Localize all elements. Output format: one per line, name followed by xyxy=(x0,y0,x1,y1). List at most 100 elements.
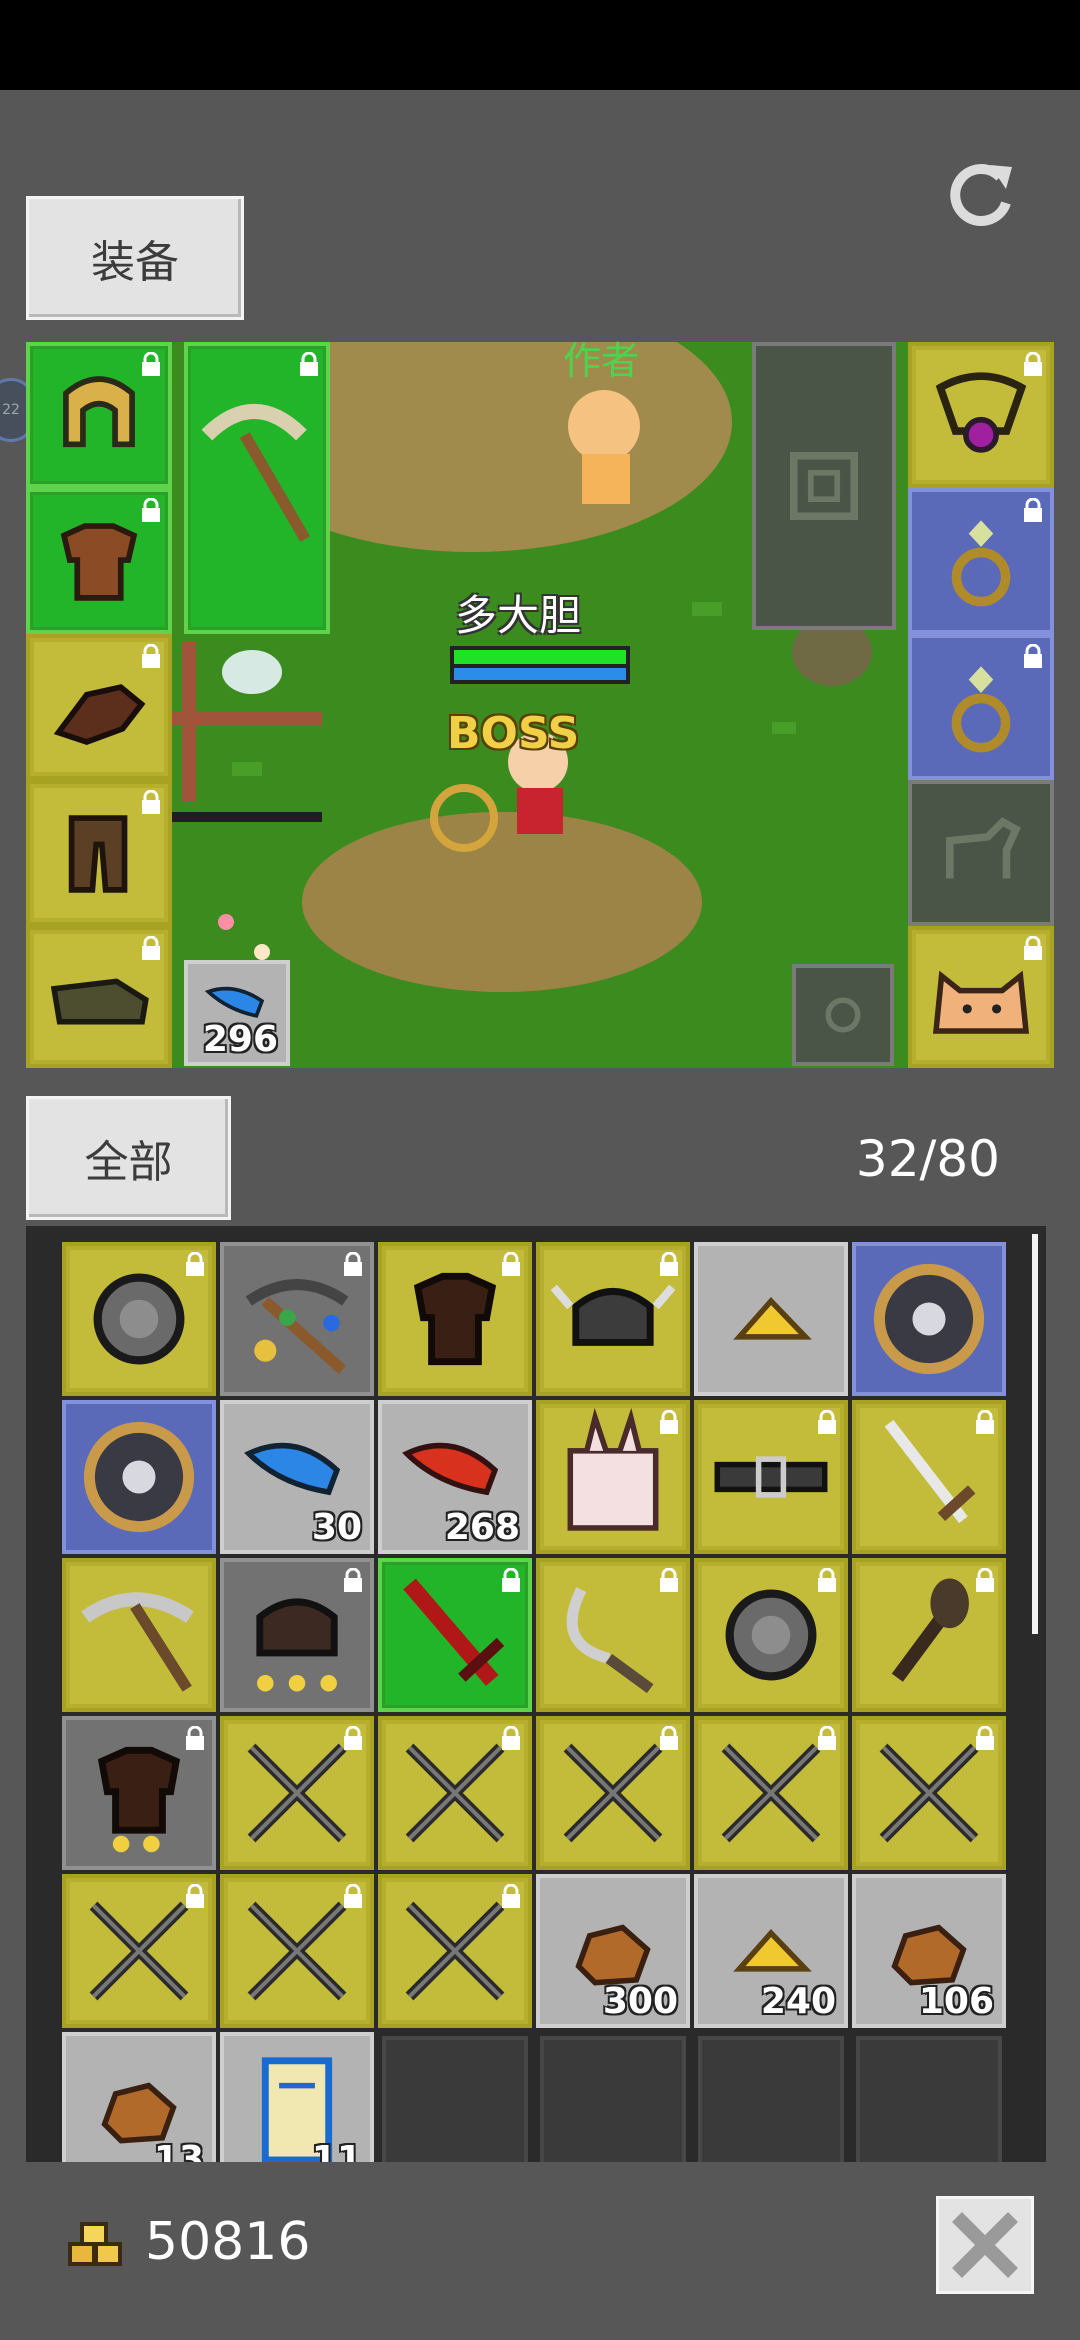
close-button[interactable] xyxy=(936,2196,1034,2294)
lock-icon xyxy=(344,1252,362,1276)
inventory-slot-sickle[interactable] xyxy=(536,1558,690,1712)
lock-icon xyxy=(300,352,318,376)
lock-icon xyxy=(344,1884,362,1908)
lock-icon xyxy=(502,1726,520,1750)
item-quantity: 30 xyxy=(311,1507,362,1548)
inventory-slot-ornate-shield[interactable] xyxy=(62,1400,216,1554)
inventory-slot-rabbit-pet[interactable] xyxy=(536,1400,690,1554)
inventory-slot-horned-helmet-stars[interactable] xyxy=(220,1558,374,1712)
equip-slot-helmet[interactable] xyxy=(26,342,172,488)
inventory-slot-copper-ore[interactable]: 300 xyxy=(536,1874,690,2028)
lock-icon xyxy=(818,1568,836,1592)
inventory-slot-round-shield[interactable] xyxy=(62,1242,216,1396)
gold-pile-icon xyxy=(733,1297,812,1340)
inventory-slot-blue-feather[interactable]: 30 xyxy=(220,1400,374,1554)
filter-all-button[interactable]: 全部 xyxy=(26,1096,231,1220)
inventory-slot-red-sword[interactable] xyxy=(378,1558,532,1712)
equip-slot-ring-1[interactable] xyxy=(908,488,1054,634)
inventory-grid[interactable]: 30 268 300 240 106 13 11 xyxy=(26,1226,1046,2162)
inventory-slot-crossed-arrows[interactable] xyxy=(536,1716,690,1870)
item-quantity: 300 xyxy=(602,1981,678,2022)
equip-tab-button[interactable]: 装备 xyxy=(26,196,244,320)
lock-icon xyxy=(660,1568,678,1592)
inventory-slot-empty[interactable] xyxy=(852,2032,1006,2162)
equip-slot-weapon[interactable] xyxy=(184,342,330,634)
quick-item-slot[interactable]: 296 xyxy=(184,960,290,1066)
inventory-slot-empty[interactable] xyxy=(694,2032,848,2162)
inventory-slot-crossbow-gems[interactable] xyxy=(220,1242,374,1396)
pickaxe-icon xyxy=(201,404,311,542)
inventory-slot-crossed-arrows[interactable] xyxy=(694,1716,848,1870)
lock-icon xyxy=(142,790,160,814)
shield-placeholder-icon xyxy=(790,452,858,520)
lock-icon xyxy=(142,644,160,668)
equip-slot-offhand[interactable] xyxy=(752,342,896,630)
ornate-shield-icon xyxy=(83,1421,195,1533)
pickaxe-icon xyxy=(81,1592,194,1692)
lock-icon xyxy=(186,1726,204,1750)
close-icon xyxy=(952,2212,1018,2278)
item-quantity: 268 xyxy=(444,1507,520,1548)
equip-slot-accessory[interactable] xyxy=(792,964,894,1066)
inventory-slot-leather-armor-stars[interactable] xyxy=(62,1716,216,1870)
inventory-slot-crossed-arrows[interactable] xyxy=(220,1716,374,1870)
equip-slot-pet[interactable] xyxy=(908,926,1054,1068)
inventory-slot-crossed-arrows[interactable] xyxy=(378,1716,532,1870)
ornate-shield-icon xyxy=(873,1263,985,1375)
inventory-slot-gold-pile[interactable]: 240 xyxy=(694,1874,848,2028)
quick-item-qty: 296 xyxy=(202,1019,278,1060)
equip-slot-ring-2[interactable] xyxy=(908,634,1054,780)
lock-icon xyxy=(142,352,160,376)
item-quantity: 240 xyxy=(760,1981,836,2022)
equip-slot-boots[interactable] xyxy=(26,926,172,1068)
inventory-slot-gold-pile[interactable] xyxy=(694,1242,848,1396)
inventory-slot-empty[interactable] xyxy=(536,2032,690,2162)
accessory-placeholder-icon xyxy=(825,997,861,1033)
inventory-slot-empty[interactable] xyxy=(378,2032,532,2162)
inventory-slot-round-shield[interactable] xyxy=(694,1558,848,1712)
lock-icon xyxy=(344,1568,362,1592)
inventory-slot-copper-ore[interactable]: 106 xyxy=(852,1874,1006,2028)
inventory-slot-horned-helmet[interactable] xyxy=(536,1242,690,1396)
status-bar xyxy=(0,0,1080,90)
equip-slot-amulet[interactable] xyxy=(908,342,1054,488)
inventory-slot-red-feather[interactable]: 268 xyxy=(378,1400,532,1554)
equip-slot-legs[interactable] xyxy=(26,780,172,926)
author-label: 作者 xyxy=(563,339,640,383)
inventory-scrollbar[interactable] xyxy=(1032,1234,1038,1634)
inventory-slot-crossed-arrows[interactable] xyxy=(220,1874,374,2028)
lock-icon xyxy=(186,1884,204,1908)
player-name: 多大胆 xyxy=(455,591,582,640)
boss-label: BOSS xyxy=(447,708,580,759)
inventory-slot-sword[interactable] xyxy=(852,1400,1006,1554)
inventory-slot-leather-armor[interactable] xyxy=(378,1242,532,1396)
equip-slot-mount[interactable] xyxy=(908,780,1054,926)
lock-icon xyxy=(818,1410,836,1434)
lock-icon xyxy=(186,1252,204,1276)
lock-icon xyxy=(660,1410,678,1434)
refresh-icon[interactable] xyxy=(940,155,1020,235)
inventory-slot-crossed-arrows[interactable] xyxy=(852,1716,1006,1870)
inventory-slot-ornate-shield[interactable] xyxy=(852,1242,1006,1396)
lock-icon xyxy=(976,1568,994,1592)
lock-icon xyxy=(1024,498,1042,522)
inventory-slot-belt[interactable] xyxy=(694,1400,848,1554)
inventory-slot-crossed-arrows[interactable] xyxy=(378,1874,532,2028)
gold-coins-icon xyxy=(68,2222,122,2266)
lock-icon xyxy=(660,1726,678,1750)
item-quantity: 13 xyxy=(153,2139,204,2162)
lock-icon xyxy=(818,1726,836,1750)
lock-icon xyxy=(502,1568,520,1592)
lock-icon xyxy=(976,1726,994,1750)
inventory-slot-crossed-arrows[interactable] xyxy=(62,1874,216,2028)
inventory-slot-copper-ore[interactable]: 13 xyxy=(62,2032,216,2162)
inventory-slot-pickaxe[interactable] xyxy=(62,1558,216,1712)
lock-icon xyxy=(344,1726,362,1750)
lock-icon xyxy=(502,1252,520,1276)
lock-icon xyxy=(660,1252,678,1276)
inventory-slot-scroll[interactable]: 11 xyxy=(220,2032,374,2162)
equip-slot-armor[interactable] xyxy=(26,488,172,634)
inventory-slot-club[interactable] xyxy=(852,1558,1006,1712)
health-bar xyxy=(450,646,630,684)
equip-slot-gloves[interactable] xyxy=(26,634,172,780)
